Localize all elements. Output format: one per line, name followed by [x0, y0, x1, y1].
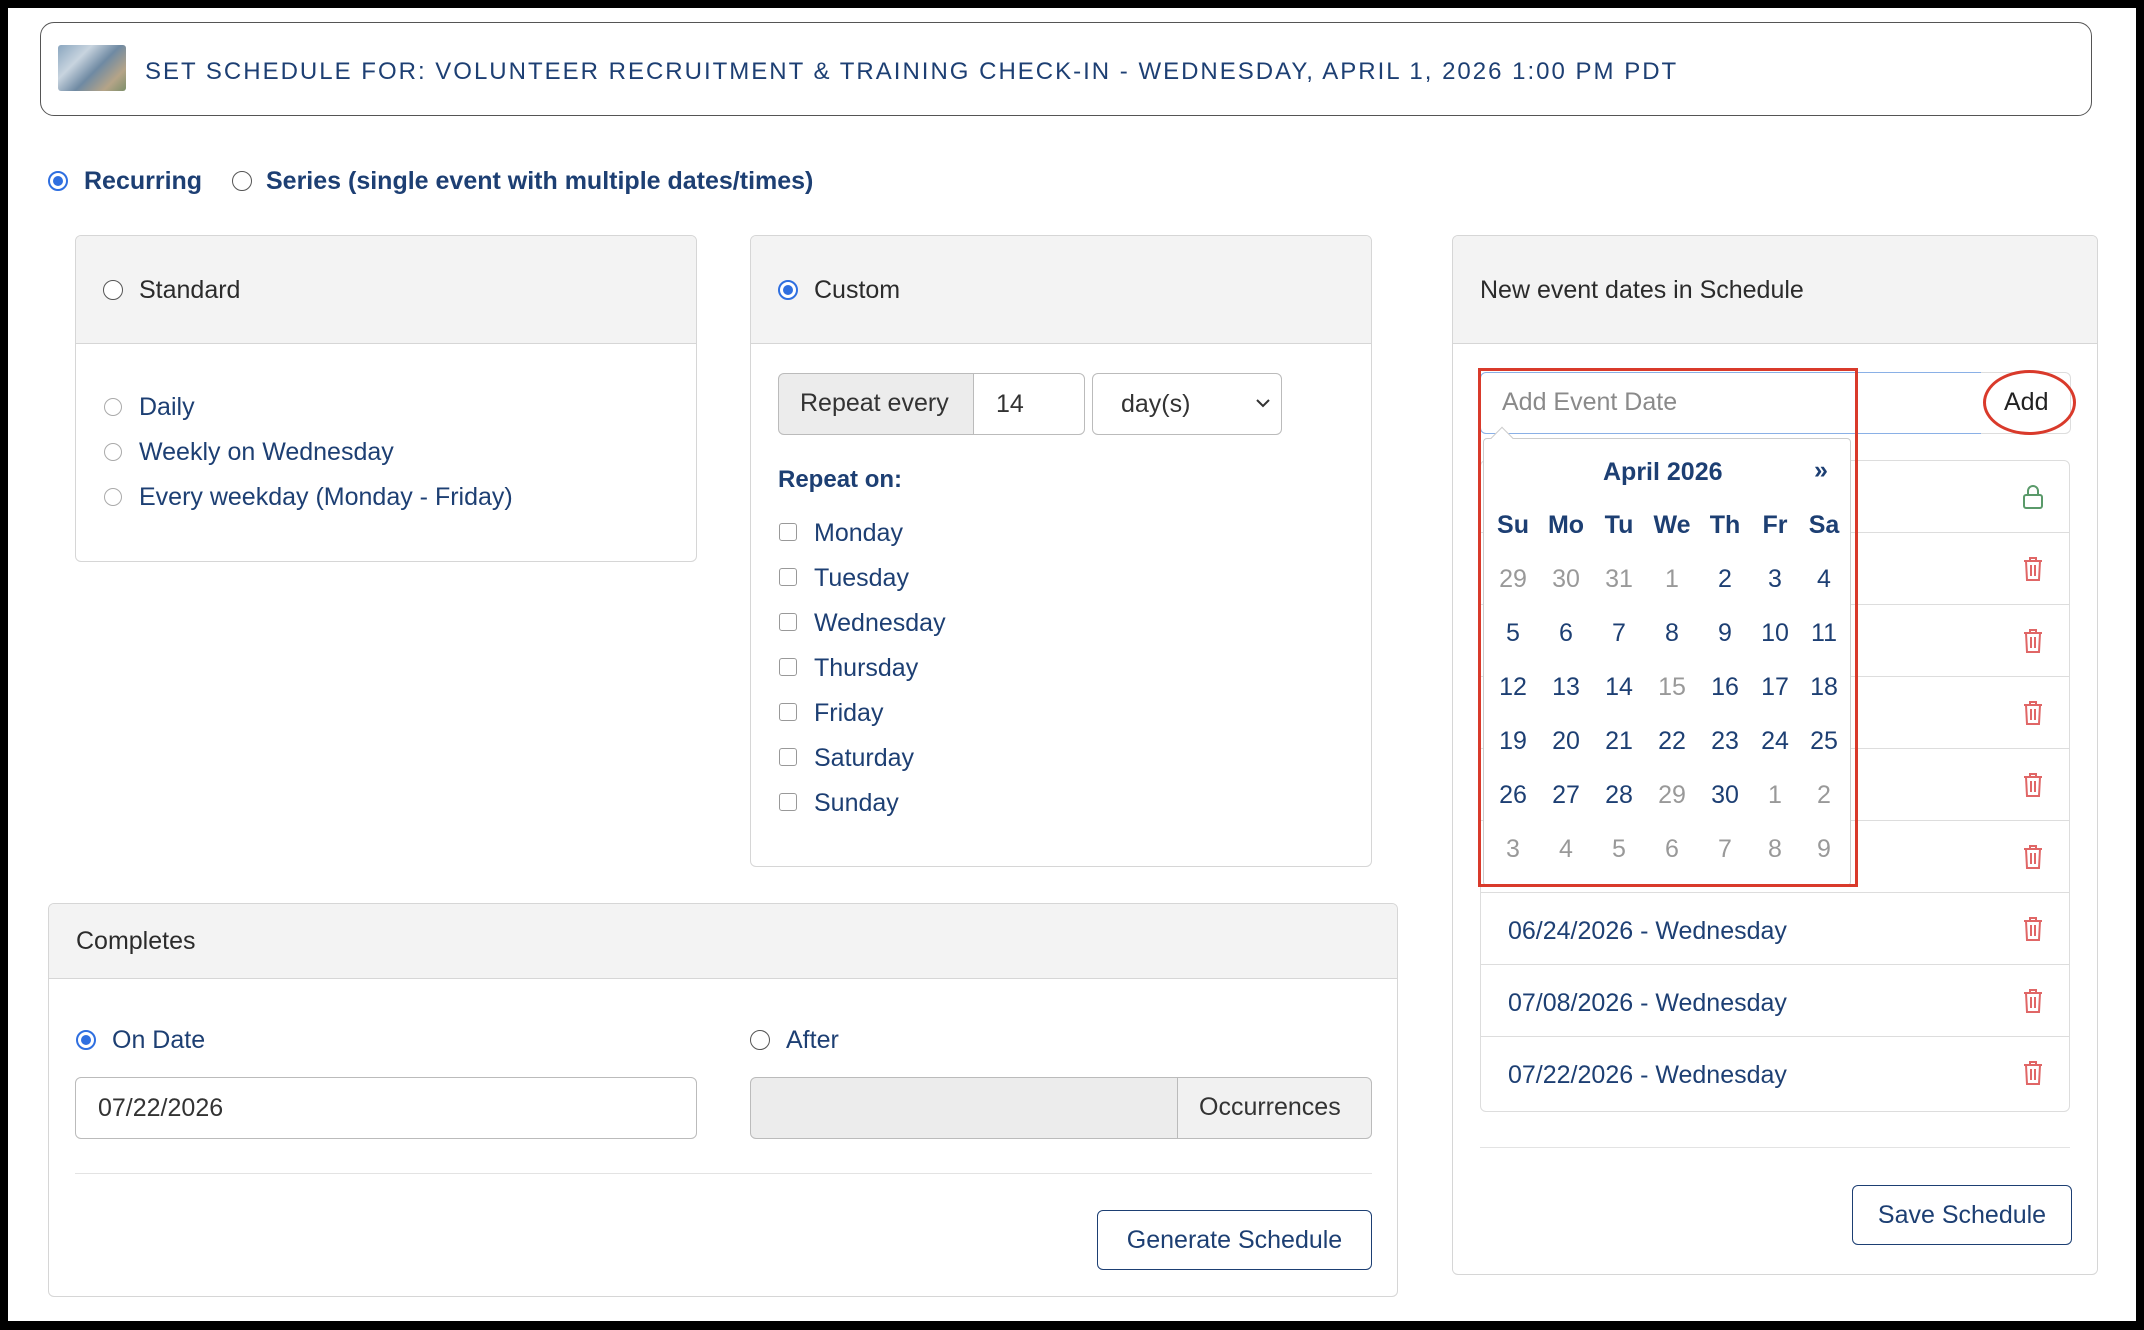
series-label[interactable]: Series (single event with multiple dates… — [266, 167, 813, 196]
wednesday-label[interactable]: Wednesday — [814, 609, 946, 638]
saturday-checkbox[interactable] — [779, 748, 797, 766]
tuesday-label[interactable]: Tuesday — [814, 564, 909, 593]
standard-label[interactable]: Standard — [139, 276, 240, 305]
event-date-item: 07/22/2026 - Wednesday — [1508, 1061, 1787, 1089]
repeat-every-value: 14 — [996, 389, 1024, 418]
sunday-checkbox[interactable] — [779, 793, 797, 811]
after-radio[interactable] — [750, 1030, 770, 1050]
add-button-highlight — [1983, 370, 2076, 435]
after-label[interactable]: After — [786, 1026, 839, 1055]
repeat-unit-select[interactable]: day(s) — [1092, 373, 1282, 435]
generate-schedule-button[interactable]: Generate Schedule — [1097, 1210, 1372, 1270]
monday-label[interactable]: Monday — [814, 519, 903, 548]
weekday-label[interactable]: Every weekday (Monday - Friday) — [139, 483, 513, 512]
occurrences-label: Occurrences — [1199, 1093, 1341, 1121]
completes-title: Completes — [76, 927, 196, 955]
list-divider — [1480, 892, 2070, 893]
completes-divider — [75, 1173, 1372, 1174]
thursday-checkbox[interactable] — [779, 658, 797, 676]
daily-radio[interactable] — [104, 398, 122, 416]
sunday-label[interactable]: Sunday — [814, 789, 899, 818]
weekly-radio[interactable] — [104, 443, 122, 461]
page-title: SET SCHEDULE FOR: VOLUNTEER RECRUITMENT … — [145, 58, 1679, 85]
dates-divider — [1480, 1147, 2070, 1148]
completes-card-header — [49, 904, 1397, 979]
repeat-on-label: Repeat on: — [778, 466, 903, 493]
datepicker-highlight — [1478, 368, 1858, 887]
event-thumbnail — [58, 45, 126, 91]
lock-icon — [2023, 485, 2043, 509]
series-radio[interactable] — [232, 171, 252, 191]
chevron-down-icon — [1256, 399, 1270, 408]
on-date-label[interactable]: On Date — [112, 1026, 205, 1055]
friday-label[interactable]: Friday — [814, 699, 883, 728]
trash-icon[interactable] — [2022, 700, 2044, 726]
trash-icon[interactable] — [2022, 844, 2044, 870]
monday-checkbox[interactable] — [779, 523, 797, 541]
tuesday-checkbox[interactable] — [779, 568, 797, 586]
trash-icon[interactable] — [2022, 628, 2044, 654]
on-date-radio[interactable] — [76, 1030, 96, 1050]
recurring-radio[interactable] — [48, 171, 68, 191]
trash-icon[interactable] — [2022, 916, 2044, 942]
weekday-radio[interactable] — [104, 488, 122, 506]
dates-title: New event dates in Schedule — [1480, 276, 1804, 304]
on-date-input[interactable]: 07/22/2026 — [75, 1077, 697, 1139]
daily-label[interactable]: Daily — [139, 393, 195, 422]
wednesday-checkbox[interactable] — [779, 613, 797, 631]
repeat-every-label: Repeat every — [800, 389, 949, 417]
save-schedule-button[interactable]: Save Schedule — [1852, 1185, 2072, 1245]
custom-label[interactable]: Custom — [814, 276, 900, 305]
occurrences-input[interactable] — [750, 1077, 1178, 1139]
trash-icon[interactable] — [2022, 988, 2044, 1014]
custom-radio[interactable] — [778, 280, 798, 300]
recurring-label[interactable]: Recurring — [84, 167, 202, 196]
event-date-item: 07/08/2026 - Wednesday — [1508, 989, 1787, 1017]
saturday-label[interactable]: Saturday — [814, 744, 914, 773]
event-date-item: 06/24/2026 - Wednesday — [1508, 917, 1787, 945]
standard-radio[interactable] — [103, 280, 123, 300]
list-divider — [1480, 964, 2070, 965]
trash-icon[interactable] — [2022, 772, 2044, 798]
on-date-value: 07/22/2026 — [98, 1093, 224, 1122]
trash-icon[interactable] — [2022, 1060, 2044, 1086]
thursday-label[interactable]: Thursday — [814, 654, 918, 683]
list-divider — [1480, 1036, 2070, 1037]
friday-checkbox[interactable] — [779, 703, 797, 721]
repeat-every-input[interactable]: 14 — [973, 373, 1085, 435]
trash-icon[interactable] — [2022, 556, 2044, 582]
weekly-label[interactable]: Weekly on Wednesday — [139, 438, 394, 467]
repeat-unit-value: day(s) — [1121, 389, 1191, 418]
